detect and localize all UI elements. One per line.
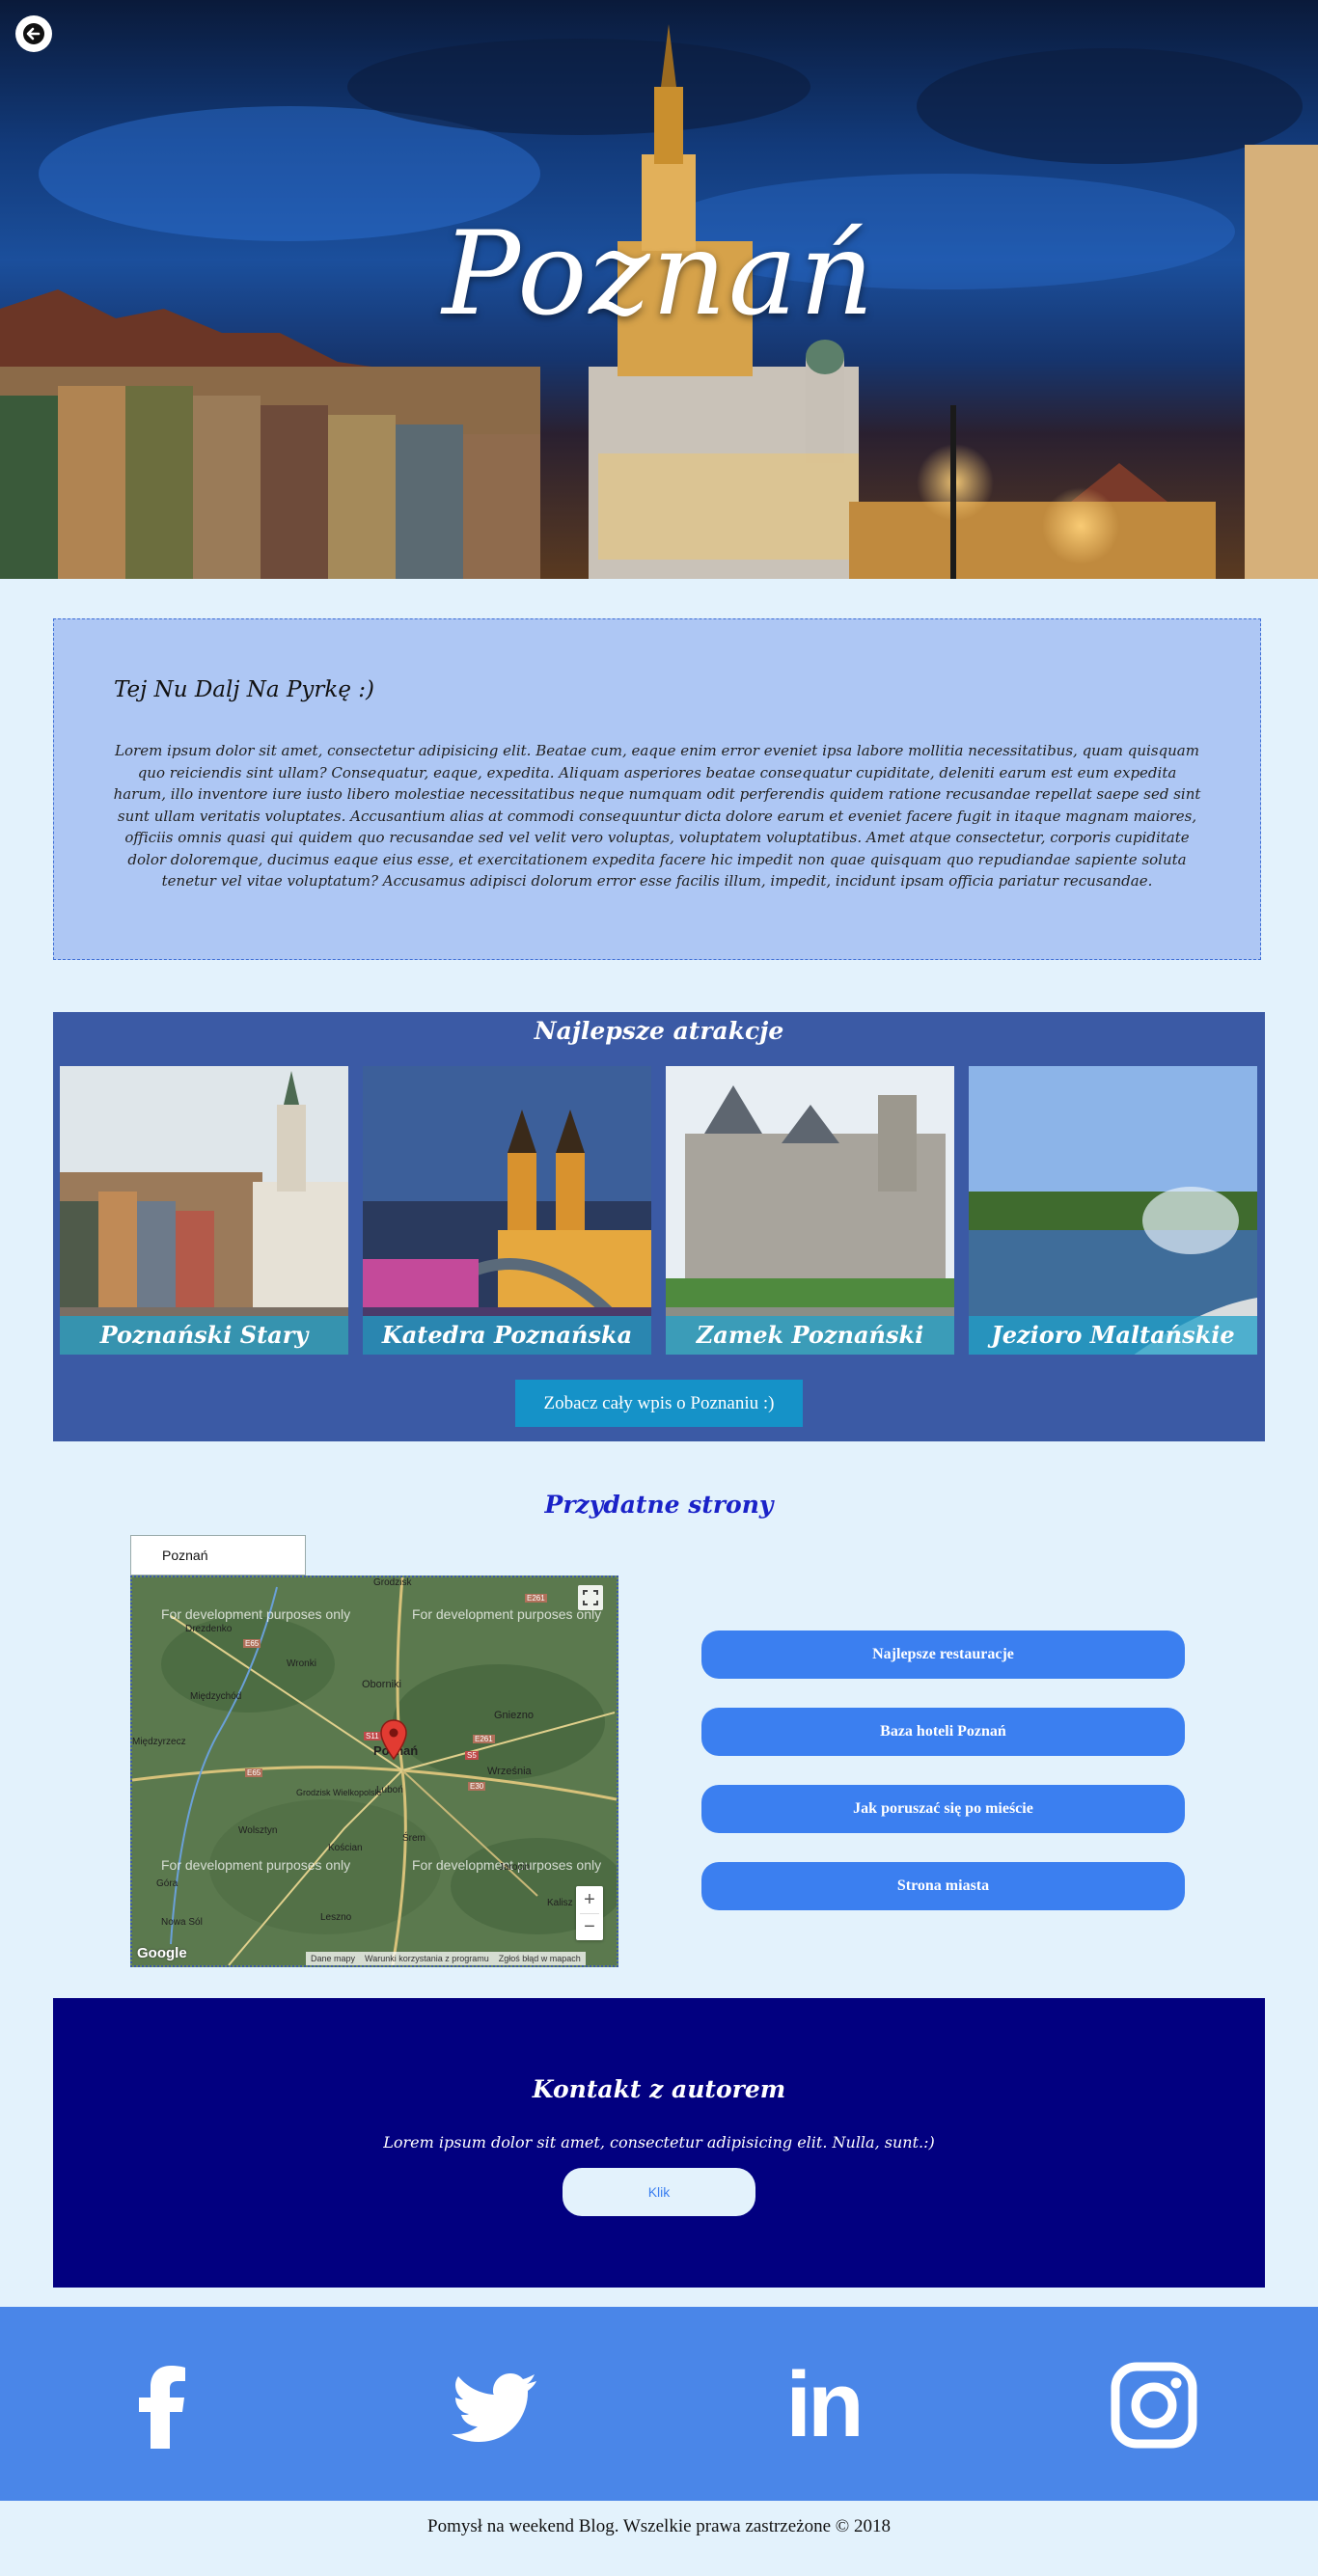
contact-section: Kontakt z autorem Lorem ipsum dolor sit … [53,1998,1265,2288]
map-watermark: For development purposes only [412,1606,602,1622]
map-place-label: Leszno [320,1912,352,1923]
road-badge: E65 [243,1639,261,1648]
twitter-icon[interactable] [447,2357,543,2453]
map-watermark: For development purposes only [161,1606,351,1622]
road-badge: E65 [245,1768,263,1777]
link-city-site-button[interactable]: Strona miasta [701,1862,1185,1910]
intro-text: Lorem ipsum dolor sit amet, consectetur … [113,742,1201,890]
link-hotels-button[interactable]: Baza hoteli Poznań [701,1708,1185,1756]
hero-title: Poznań [442,207,876,342]
google-logo: Google [137,1945,187,1961]
attraction-card-katedra[interactable]: Katedra Poznańska [363,1066,651,1355]
map-place-label: Grodzisk Wielkopolski [296,1788,382,1797]
map-place-label: Drezdenko [185,1624,233,1634]
fullscreen-icon [583,1590,598,1605]
map-canvas [132,1577,617,1965]
attractions-section: Najlepsze atrakcje Poznański Stary Rynek [53,1012,1265,1441]
map-place-label: Oborniki [362,1679,401,1690]
map-report-link[interactable]: Zgłoś błąd w mapach [494,1952,586,1965]
road-badge: E261 [473,1735,495,1743]
katedra-image [363,1066,651,1355]
contact-text: Lorem ipsum dolor sit amet, consectetur … [383,2133,935,2151]
linkedin-icon[interactable]: in [775,2357,871,2453]
attraction-caption: Poznański Stary Rynek [60,1316,348,1355]
footer-copyright: Pomysł na weekend Blog. Wszelkie prawa z… [427,2516,891,2536]
contact-button[interactable]: Klik [563,2168,755,2216]
malta-image [969,1066,1257,1355]
map-terms-link[interactable]: Warunki korzystania z programu [360,1952,494,1965]
attraction-card-stary-rynek[interactable]: Poznański Stary Rynek [60,1066,348,1355]
intro-heading: Tej Nu Dalj Na Pyrkę :) [114,677,375,702]
back-button[interactable] [15,15,52,52]
link-transport-button[interactable]: Jak poruszać się po mieście [701,1785,1185,1833]
attraction-caption: Katedra Poznańska [363,1316,651,1355]
attraction-caption: Zamek Poznański [666,1316,954,1355]
attraction-caption: Jezioro Maltańskie [969,1316,1257,1355]
useful-pages-title: Przydatne strony [544,1491,774,1519]
map-place-label: Grodzisk [373,1577,412,1588]
map-attribution: Dane mapy Warunki korzystania z programu… [306,1952,586,1965]
link-restaurants-button[interactable]: Najlepsze restauracje [701,1631,1185,1679]
map-place-label: Jarocin [499,1862,531,1873]
map-place-label: Kościan [328,1843,363,1853]
road-badge: E261 [525,1594,547,1603]
map-watermark: For development purposes only [161,1857,351,1873]
see-full-post-button[interactable]: Zobacz cały wpis o Poznaniu :) [515,1380,803,1427]
map-place-label: Wolsztyn [238,1825,278,1836]
attraction-card-zamek[interactable]: Zamek Poznański [666,1066,954,1355]
map-data-link[interactable]: Dane mapy [306,1952,360,1965]
instagram-icon[interactable] [1106,2357,1202,2453]
fullscreen-button[interactable] [578,1585,603,1610]
road-badge: E30 [468,1782,486,1791]
stary-rynek-image [60,1066,348,1355]
map-place-label: Września [487,1766,532,1777]
map-place-label: Nowa Sól [161,1917,203,1928]
map-place-label: Śrem [402,1833,426,1844]
arrow-left-icon [23,23,44,44]
zoom-out-button[interactable]: − [576,1913,603,1940]
map-place-label: Góra [156,1878,178,1889]
zoom-in-button[interactable]: + [576,1886,603,1913]
contact-title: Kontakt z autorem [532,2075,786,2103]
facebook-icon[interactable] [116,2357,212,2453]
map-place-label: Kalisz [547,1898,573,1908]
attraction-card-malta[interactable]: Jezioro Maltańskie [969,1066,1257,1355]
map-place-label: Wronki [287,1658,316,1669]
map-place-label: Międzychód [190,1691,242,1702]
road-badge: S5 [465,1751,479,1760]
intro-section: Tej Nu Dalj Na Pyrkę :) Lorem ipsum dolo… [53,618,1261,960]
road-badge: S11 [364,1732,381,1740]
map-place-label: Międzyrzecz [132,1737,186,1747]
hero-banner: Poznań [0,0,1318,579]
social-bar: in [0,2307,1318,2501]
zoom-control: + − [576,1886,603,1940]
map-search-input[interactable]: Poznań [130,1535,306,1576]
zamek-image [666,1066,954,1355]
google-map[interactable]: For development purposes only For develo… [130,1576,618,1967]
map-marker-icon[interactable] [379,1718,408,1761]
map-place-label: Gniezno [494,1710,534,1721]
attractions-title: Najlepsze atrakcje [534,1017,784,1045]
